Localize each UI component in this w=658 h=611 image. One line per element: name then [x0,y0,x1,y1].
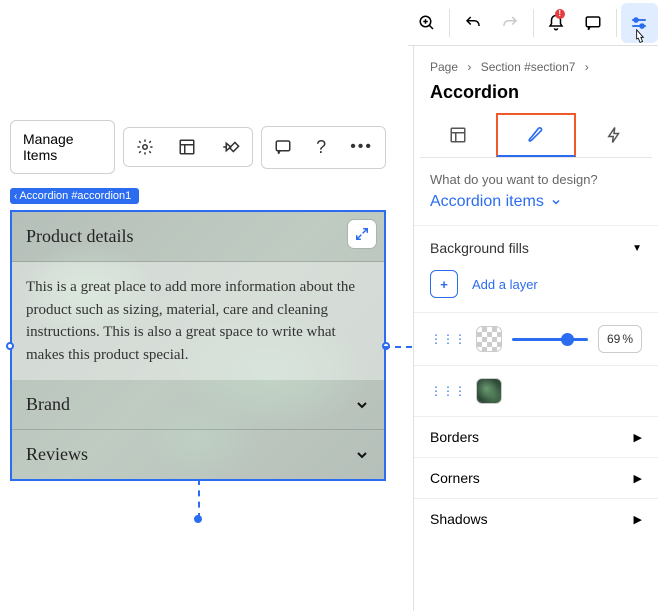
comments-button[interactable] [575,3,612,43]
comment-icon [274,138,292,156]
undo-icon [464,14,482,32]
shadows-section[interactable]: Shadows ▶ [414,499,658,539]
canvas-area: Manage Items [10,10,386,481]
separator [616,9,617,37]
layout-icon [178,138,196,156]
caret-right-icon: ▶ [634,513,642,526]
chevron-down-icon [354,447,370,463]
opacity-slider[interactable] [512,338,588,341]
chevron-down-icon [550,196,562,208]
design-target-section: What do you want to design? Accordion it… [414,158,658,226]
inspector-panel: Page › Section #section7 › Accordion Wha… [413,46,658,611]
toolbar-group-main: Manage Items [10,120,115,174]
comment-icon [584,14,602,32]
breadcrumb-item[interactable]: Page [430,60,458,74]
more-icon: ••• [350,138,373,156]
fill-swatch-transparent[interactable] [476,326,502,352]
chevron-down-icon [354,397,370,413]
tab-layout[interactable] [420,113,496,157]
separator [449,9,450,37]
redo-icon [501,14,519,32]
caret-down-icon: ▼ [632,243,642,254]
sliders-icon [630,14,648,32]
accordion-item-title: Reviews [26,444,88,465]
opacity-suffix: % [622,332,633,346]
toolbar-group-tools [123,127,253,167]
gear-icon [136,138,154,156]
chevron-right-icon: › [467,60,471,74]
fill-layer-row: ⋮⋮⋮ [414,366,658,416]
layout-icon [449,126,467,144]
breadcrumb: Page › Section #section7 › [414,46,658,78]
lightning-icon [605,126,623,144]
zoom-in-icon [418,14,436,32]
fill-layer-row: ⋮⋮⋮ 69 % [414,313,658,365]
more-actions-button[interactable]: ••• [338,128,385,166]
corners-section[interactable]: Corners ▶ [414,458,658,498]
animation-button[interactable] [208,128,252,166]
undo-button[interactable] [454,3,491,43]
panel-title: Accordion [414,78,658,113]
slider-knob[interactable] [561,333,574,346]
toolbar-group-extra: ? ••• [261,126,386,169]
manage-items-button[interactable]: Manage Items [11,121,114,173]
inspector-toggle-button[interactable] [621,3,658,43]
opacity-input[interactable]: 69 % [598,325,642,353]
section-title: Shadows [430,511,488,527]
breadcrumb-item[interactable]: Section #section7 [481,60,576,74]
add-layer-button[interactable]: + Add a layer [430,270,642,298]
notifications-button[interactable] [537,3,574,43]
accordion-item-body: This is a great place to add more inform… [12,262,384,380]
design-target-value: Accordion items [430,193,544,211]
resize-handle-left[interactable] [6,342,14,350]
section-title: Background fills [430,240,529,256]
drag-handle-icon[interactable]: ⋮⋮⋮ [430,332,466,346]
plus-icon: + [430,270,458,298]
tab-design[interactable] [496,113,576,157]
help-icon: ? [316,137,326,158]
accordion-item-title: Brand [26,394,70,415]
element-toolbar: Manage Items [10,120,386,174]
design-target-dropdown[interactable]: Accordion items [430,193,642,211]
zoom-in-button[interactable] [408,3,445,43]
accordion-widget[interactable]: Product details This is a great place to… [10,210,386,481]
element-settings-button[interactable] [124,128,166,166]
selection-pill[interactable]: ‹ Accordion #accordion1 [10,188,139,204]
resize-handle-bottom[interactable] [194,515,202,523]
drag-handle-icon[interactable]: ⋮⋮⋮ [430,384,466,398]
section-title: Borders [430,429,479,445]
layout-button[interactable] [166,128,208,166]
accordion-item-header[interactable]: Product details [12,212,384,262]
animation-icon [220,138,240,156]
section-header[interactable]: Background fills ▼ [430,240,642,256]
alert-badge-icon [555,9,565,19]
accordion-item-header[interactable]: Brand [12,380,384,430]
accordion-item-title: Product details [26,226,133,247]
caret-right-icon: ▶ [634,431,642,444]
separator [533,9,534,37]
guide-line [198,479,200,519]
expand-button[interactable] [348,220,376,248]
selection-pill-label: Accordion #accordion1 [19,190,131,202]
design-question-label: What do you want to design? [430,172,642,187]
element-comment-button[interactable] [262,128,304,166]
add-layer-label: Add a layer [472,277,538,292]
help-button[interactable]: ? [304,127,338,168]
chevron-right-icon: › [585,60,589,74]
fill-swatch-image[interactable] [476,378,502,404]
section-title: Corners [430,470,480,486]
background-fills-section: Background fills ▼ + Add a layer [414,226,658,313]
accordion-item-header[interactable]: Reviews [12,430,384,479]
redo-button[interactable] [491,3,528,43]
caret-right-icon: ▶ [634,472,642,485]
tab-interactions[interactable] [576,113,652,157]
brush-icon [526,125,546,145]
borders-section[interactable]: Borders ▶ [414,417,658,457]
top-toolbar [408,0,658,46]
inspector-tabs [420,113,652,158]
chevron-left-icon: ‹ [14,191,17,202]
expand-icon [355,227,369,241]
opacity-value: 69 [607,332,620,346]
